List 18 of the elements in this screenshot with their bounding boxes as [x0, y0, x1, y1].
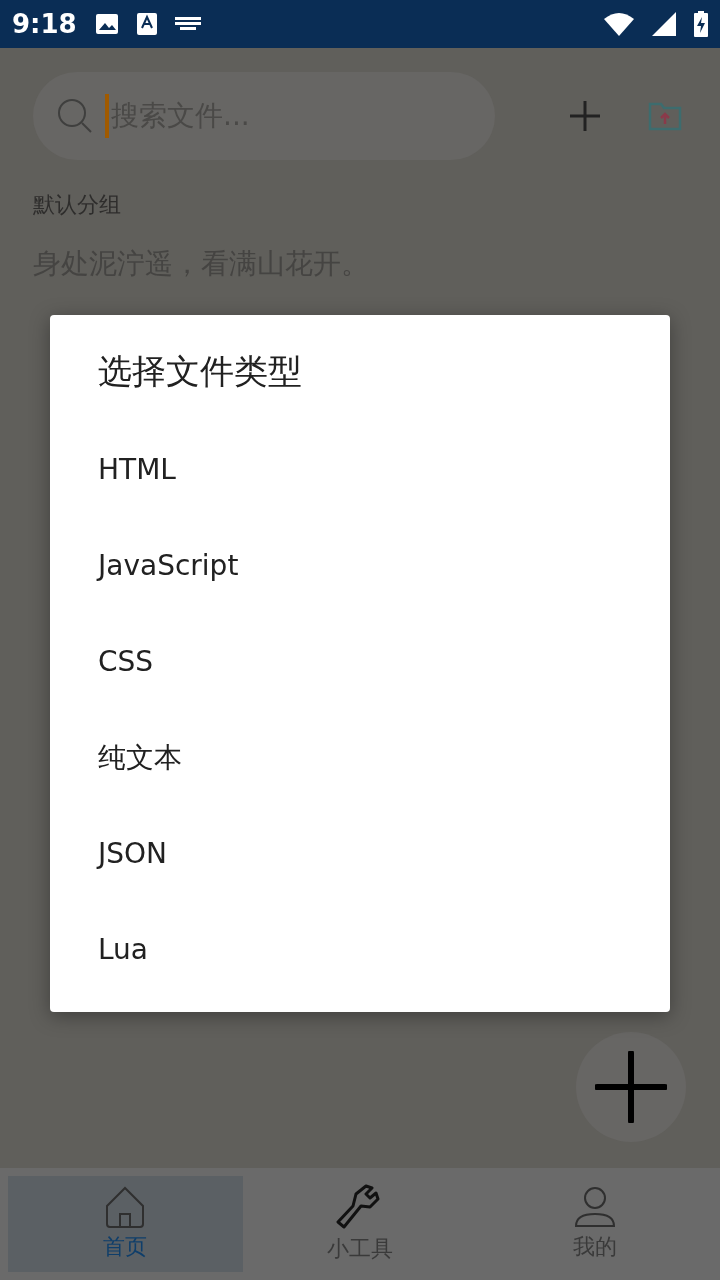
- add-icon[interactable]: [568, 99, 602, 133]
- signal-icon: [652, 12, 676, 36]
- file-type-option[interactable]: HTML: [98, 421, 176, 518]
- home-icon: [105, 1185, 146, 1228]
- file-type-option[interactable]: JSON: [98, 805, 167, 902]
- text-icon: [136, 13, 157, 35]
- file-type-option[interactable]: CSS: [98, 613, 154, 710]
- file-type-option[interactable]: JavaScript: [98, 517, 239, 614]
- wifi-icon: [604, 12, 634, 36]
- battery-icon: [694, 11, 708, 37]
- image-icon: [94, 13, 119, 35]
- person-icon: [574, 1185, 615, 1228]
- keyboard-icon: [174, 17, 201, 31]
- file-type-option[interactable]: Lua: [98, 901, 148, 998]
- dialog-title: 选择文件类型: [98, 351, 303, 392]
- search-icon: [57, 98, 93, 134]
- status-time: 9:18: [12, 7, 77, 41]
- file-type-option[interactable]: 纯文本: [98, 709, 182, 806]
